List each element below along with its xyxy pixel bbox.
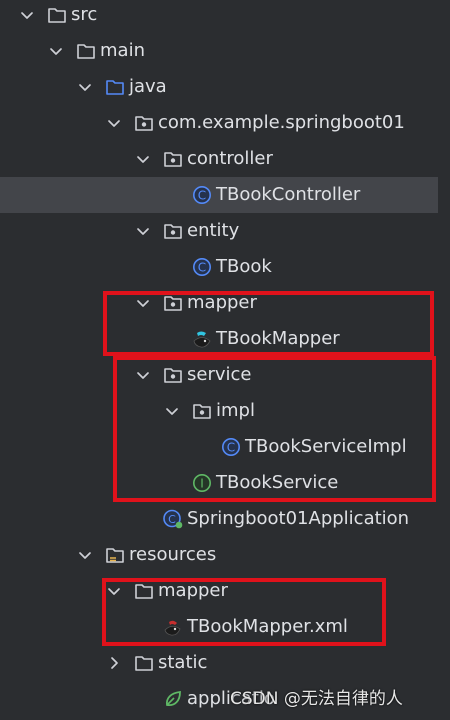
folder-icon xyxy=(47,5,67,25)
tree-item-label: TBookController xyxy=(216,184,361,205)
tree-item-label: src xyxy=(71,4,98,25)
tree-row-springboot01application[interactable]: C Springboot01Application xyxy=(0,501,450,537)
tree-item-label: main xyxy=(100,40,145,61)
class-icon: C xyxy=(192,257,212,277)
class-icon: C xyxy=(192,185,212,205)
tree-item-label: static xyxy=(158,652,208,673)
chevron-down-icon[interactable] xyxy=(77,79,93,95)
tree-item-label: Springboot01Application xyxy=(187,508,410,529)
chevron-right-icon[interactable] xyxy=(106,655,122,671)
tree-row-tbook[interactable]: C TBook xyxy=(0,249,450,285)
spring-class-icon: C xyxy=(163,509,183,529)
tree-row-resources[interactable]: resources xyxy=(0,537,450,573)
tree-row-controller[interactable]: controller xyxy=(0,141,450,177)
highlight-box-service xyxy=(113,356,436,502)
svg-text:C: C xyxy=(198,261,206,275)
chevron-down-icon[interactable] xyxy=(135,223,151,239)
chevron-down-icon[interactable] xyxy=(106,115,122,131)
tree-row-static[interactable]: static xyxy=(0,645,450,681)
package-icon xyxy=(134,113,154,133)
tree-item-label: controller xyxy=(187,148,273,169)
svg-text:C: C xyxy=(168,513,176,526)
tree-row-java[interactable]: java xyxy=(0,69,450,105)
package-icon xyxy=(163,221,183,241)
folder-icon xyxy=(76,41,96,61)
source-folder-icon xyxy=(105,77,125,97)
chevron-down-icon[interactable] xyxy=(135,151,151,167)
tree-item-label: TBook xyxy=(216,256,272,277)
svg-text:C: C xyxy=(198,189,206,203)
tree-row-package-root[interactable]: com.example.springboot01 xyxy=(0,105,450,141)
tree-item-label: java xyxy=(129,76,167,97)
package-icon xyxy=(163,149,183,169)
resources-folder-icon xyxy=(105,545,125,565)
folder-icon xyxy=(134,653,154,673)
tree-item-label: resources xyxy=(129,544,217,565)
highlight-box-resources-mapper xyxy=(102,578,386,646)
chevron-down-icon[interactable] xyxy=(77,547,93,563)
tree-row-tbookcontroller[interactable]: C TBookController xyxy=(0,177,438,213)
tree-row-main[interactable]: main xyxy=(0,33,450,69)
tree-item-label: com.example.springboot01 xyxy=(158,112,405,133)
tree-row-src[interactable]: src xyxy=(0,0,450,33)
chevron-down-icon[interactable] xyxy=(19,7,35,23)
chevron-down-icon[interactable] xyxy=(48,43,64,59)
highlight-box-mapper xyxy=(103,291,434,356)
tree-row-entity[interactable]: entity xyxy=(0,213,450,249)
tree-item-label: entity xyxy=(187,220,240,241)
spring-config-icon xyxy=(163,689,183,709)
watermark: CSDN @无法自律的人 xyxy=(230,689,403,709)
